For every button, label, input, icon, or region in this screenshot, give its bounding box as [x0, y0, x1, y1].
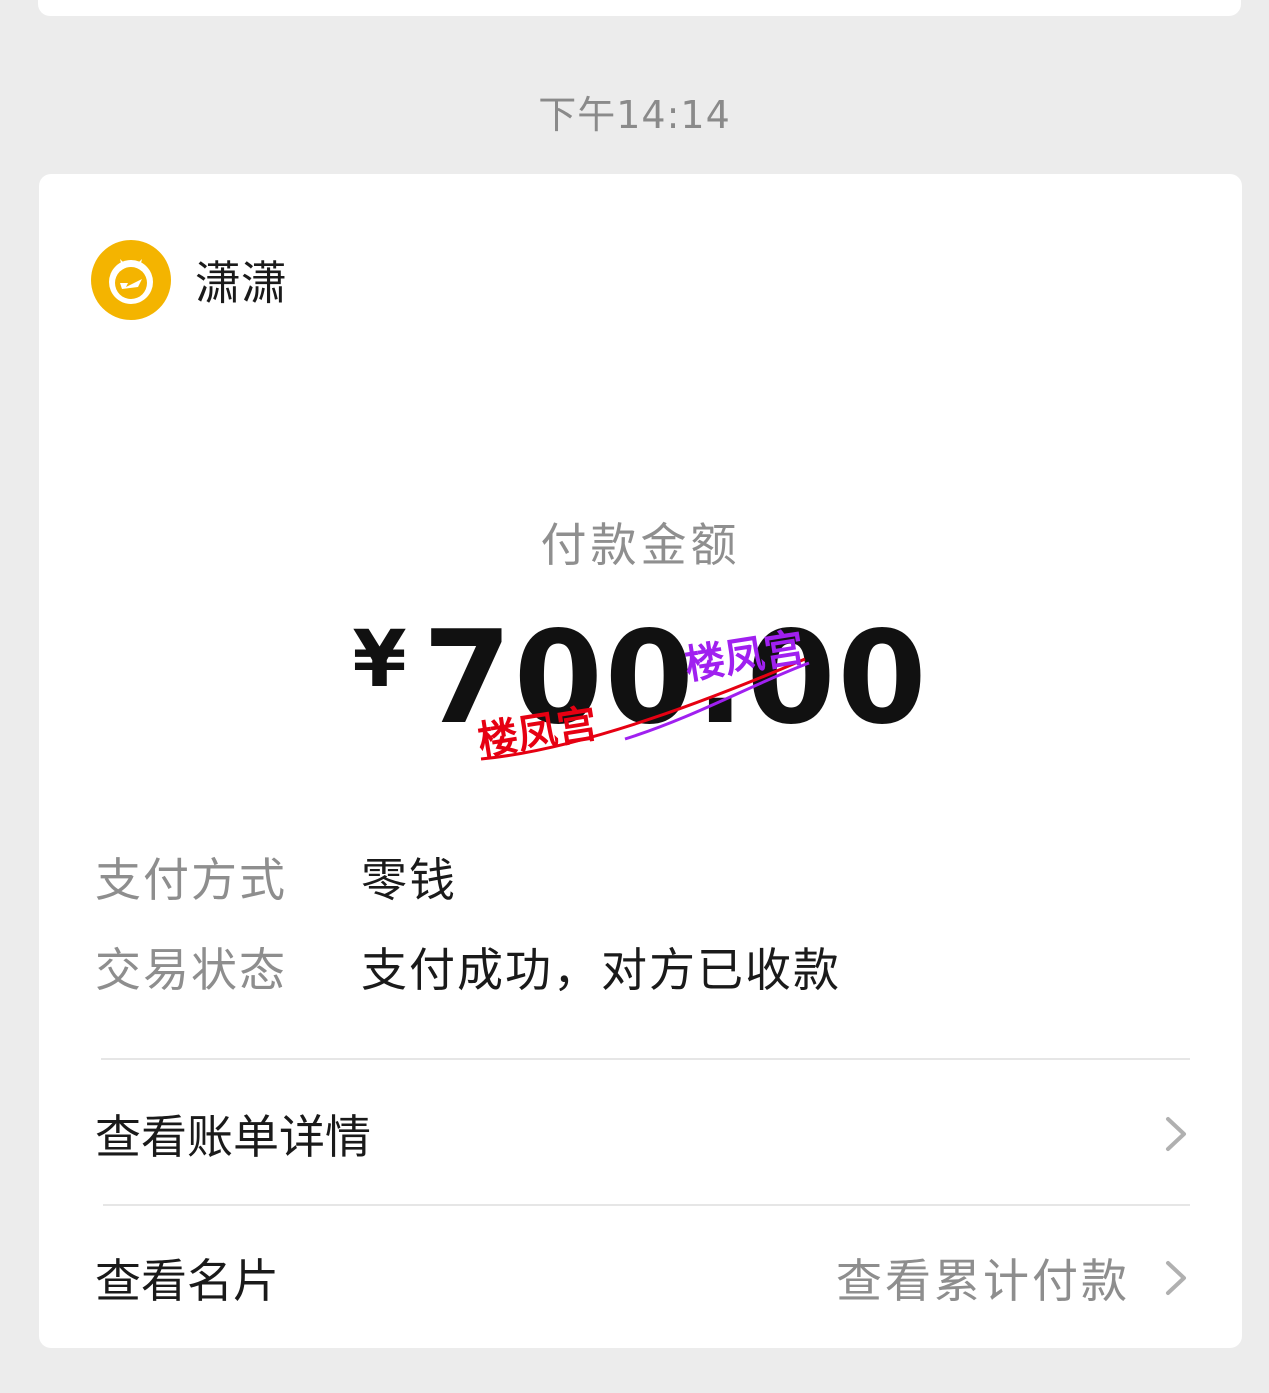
chevron-right-icon — [1166, 1261, 1186, 1295]
transaction-status-label: 交易状态 — [95, 943, 287, 997]
merchant-bag-icon — [91, 240, 171, 320]
divider — [103, 1204, 1190, 1206]
payment-method-value: 零钱 — [361, 853, 457, 907]
previous-message-card — [38, 0, 1241, 16]
view-business-card-label: 查看名片 — [95, 1254, 279, 1308]
view-cumulative-payment-label: 查看累计付款 — [836, 1254, 1130, 1308]
view-business-card-button[interactable]: 查看名片 查看累计付款 — [95, 1218, 1192, 1338]
divider — [101, 1058, 1190, 1060]
currency-symbol: ¥ — [352, 615, 407, 705]
view-cumulative-payment-button[interactable]: 查看累计付款 — [836, 1245, 1192, 1311]
transaction-status-row: 交易状态 支付成功，对方已收款 — [95, 934, 841, 1000]
payment-method-label: 支付方式 — [95, 853, 287, 907]
merchant-name: 潇潇 — [195, 256, 287, 310]
chevron-right-icon — [1166, 1117, 1186, 1151]
transaction-status-value: 支付成功，对方已收款 — [361, 943, 841, 997]
amount-label: 付款金额 — [540, 518, 741, 572]
payment-method-row: 支付方式 零钱 — [95, 844, 457, 910]
message-timestamp: 下午14:14 — [538, 93, 731, 137]
view-bill-details-label: 查看账单详情 — [95, 1110, 371, 1164]
merchant-header[interactable]: 潇潇 — [91, 240, 287, 320]
view-bill-details-button[interactable]: 查看账单详情 — [95, 1074, 1192, 1194]
